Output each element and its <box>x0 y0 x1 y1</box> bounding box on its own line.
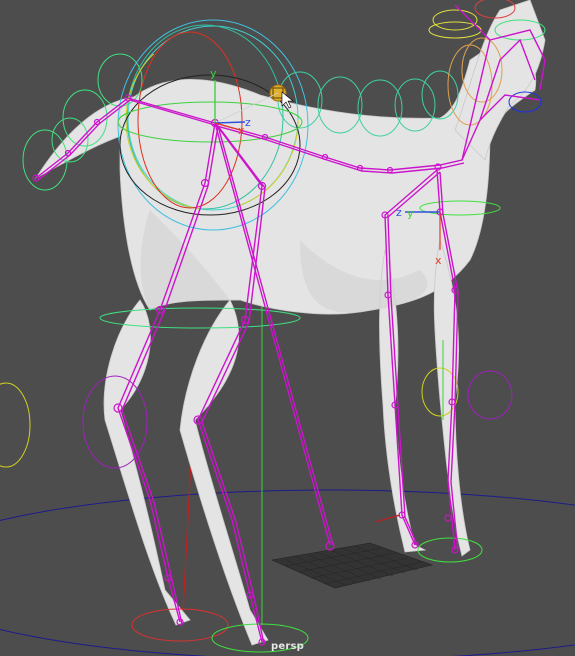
hip-x-axis-label: x <box>238 124 245 137</box>
shoulder-x-axis-label: x <box>435 254 442 267</box>
shoulder-z-axis-label: z <box>396 206 402 219</box>
foot-red-axis <box>374 514 401 523</box>
persp-viewport[interactable]: y z x z y x persp <box>0 0 575 656</box>
scene-canvas[interactable]: y z x z y x <box>0 0 575 656</box>
hip-y-axis-label: y <box>210 67 217 80</box>
shoulder-y-axis-label: y <box>407 207 414 220</box>
hip-z-axis-label: z <box>245 116 251 129</box>
ground-circle <box>0 489 575 656</box>
camera-name-label: persp <box>271 641 304 652</box>
